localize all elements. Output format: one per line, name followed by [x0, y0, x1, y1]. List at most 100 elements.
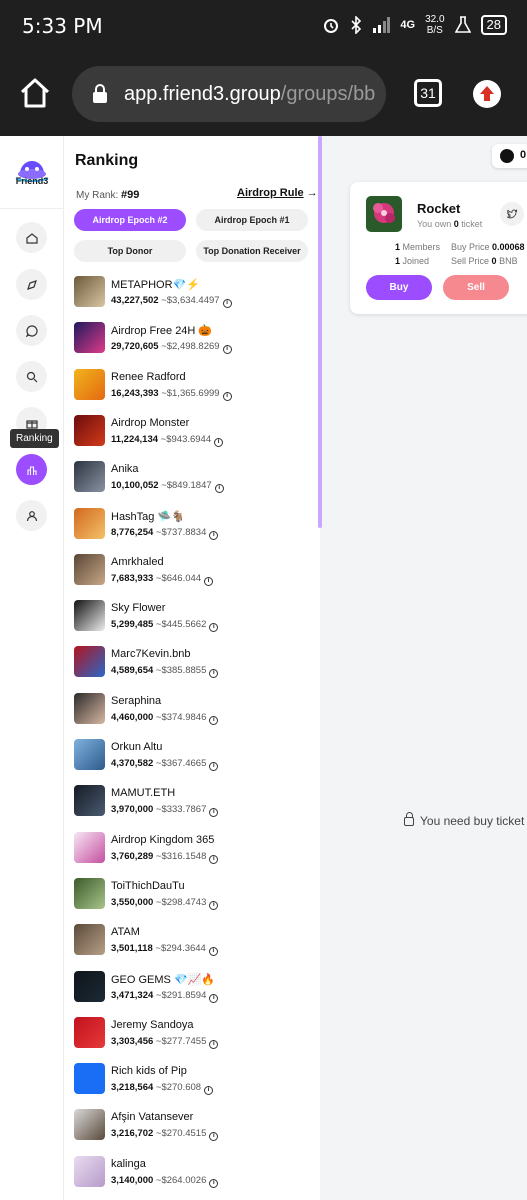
home-icon [25, 232, 38, 244]
user-avatar [74, 692, 105, 724]
ranking-row[interactable]: MAMUT.ETH 3,970,000 ~$333.7867 i [74, 781, 314, 827]
ranking-row[interactable]: GEO GEMS 💎📈🔥 3,471,324 ~$291.8594 i [74, 967, 314, 1013]
joined-stat: 1 Joined [395, 256, 429, 266]
info-icon[interactable]: i [209, 900, 219, 910]
user-name: Sky Flower [111, 602, 166, 615]
nav-profile[interactable] [16, 500, 47, 531]
user-name: Jeremy Sandoya [111, 1018, 194, 1031]
sell-price-value: 0 [491, 256, 497, 266]
nav-search[interactable] [16, 361, 47, 392]
buy-button[interactable]: Buy [366, 275, 432, 300]
user-avatar [74, 414, 105, 446]
twitter-icon [506, 209, 517, 219]
info-icon[interactable]: i [209, 623, 219, 633]
update-button[interactable] [473, 80, 501, 108]
user-points: 4,589,654 ~$385.8855 i [111, 665, 219, 679]
info-icon[interactable]: i [209, 993, 219, 1003]
nav-chat[interactable] [16, 315, 47, 346]
ranking-row[interactable]: Jeremy Sandoya 3,303,456 ~$277.7455 i [74, 1013, 314, 1059]
airdrop-rule-label: Airdrop Rule [237, 187, 304, 199]
info-icon[interactable]: i [222, 345, 232, 355]
info-icon[interactable]: i [208, 947, 218, 957]
usd-value: ~$270.608 [155, 1082, 202, 1094]
info-icon[interactable]: i [222, 391, 232, 401]
user-points: 10,100,052 ~$849.1847 i [111, 480, 224, 494]
info-icon[interactable]: i [222, 299, 232, 308]
user-avatar [74, 553, 105, 585]
ranking-row[interactable]: Orkun Altu 4,370,582 ~$367.4665 i [74, 735, 314, 781]
info-icon[interactable]: i [204, 1086, 214, 1096]
user-points: 3,140,000 ~$264.0026 i [111, 1175, 219, 1188]
ranking-title: Ranking [75, 152, 139, 169]
twitter-button[interactable] [500, 202, 524, 226]
url-host: app.friend3.group [124, 83, 281, 105]
info-icon[interactable]: i [209, 1039, 219, 1049]
user-points: 7,683,933 ~$646.044 i [111, 573, 214, 586]
members-count: 1 [395, 242, 401, 252]
ranking-row[interactable]: ATAM 3,501,118 ~$294.3644 i [74, 920, 314, 966]
signal-icon [373, 17, 391, 33]
points-value: 3,501,118 [111, 943, 153, 955]
tab-top-donor[interactable]: Top Donor [74, 240, 186, 262]
airdrop-rule-link[interactable]: Airdrop Rule → [237, 187, 318, 199]
chat-icon [25, 324, 38, 337]
info-icon[interactable]: i [209, 854, 219, 864]
user-points: 11,224,134 ~$943.6944 i [111, 434, 224, 447]
locked-message-text: You need buy ticket t [420, 814, 527, 828]
sell-button[interactable]: Sell [443, 275, 509, 300]
info-icon[interactable]: i [214, 437, 224, 447]
ranking-row[interactable]: METAPHOR💎⚡ 43,227,502 ~$3,634.4497 i [74, 272, 314, 318]
ranking-row[interactable]: Afşin Vatansever 3,216,702 ~$270.4515 i [74, 1105, 314, 1151]
info-icon[interactable]: i [209, 808, 219, 818]
user-name: ToiThichDauTu [111, 879, 185, 892]
points-value: 3,550,000 [111, 896, 154, 908]
friend3-logo[interactable] [12, 152, 52, 192]
points-value: 3,303,456 [111, 1035, 154, 1047]
nav-ranking[interactable] [16, 454, 47, 485]
home-icon[interactable] [18, 76, 52, 110]
ranking-row[interactable]: Sky Flower 5,299,485 ~$445.5662 i [74, 596, 314, 642]
nav-home[interactable] [16, 222, 47, 253]
usd-value: ~$445.5662 [155, 619, 207, 631]
ranking-row[interactable]: Seraphina 4,460,000 ~$374.9846 i [74, 689, 314, 735]
balance-chip[interactable]: 0 [492, 144, 527, 168]
tabs-button[interactable]: 31 [414, 79, 442, 107]
user-points: 5,299,485 ~$445.5662 i [111, 619, 219, 633]
info-icon[interactable]: i [204, 576, 214, 586]
nav-explore[interactable] [16, 269, 47, 300]
user-name: Airdrop Kingdom 365 [111, 833, 215, 846]
ranking-row[interactable]: kalinga 3,140,000 ~$264.0026 i [74, 1152, 314, 1198]
ranking-row[interactable]: ToiThichDauTu 3,550,000 ~$298.4743 i [74, 874, 314, 920]
ranking-row[interactable]: HashTag 🛸🐐 8,776,254 ~$737.8834 i [74, 504, 314, 550]
user-avatar [74, 461, 105, 493]
user-avatar [74, 276, 105, 307]
address-bar[interactable]: app.friend3.group/groups/bb [72, 66, 386, 122]
user-name: METAPHOR💎⚡ [111, 279, 200, 291]
user-avatar [74, 1155, 105, 1187]
info-icon[interactable]: i [209, 530, 219, 540]
my-rank-value: #99 [121, 189, 140, 201]
tab-top-donation-receiver[interactable]: Top Donation Receiver [196, 240, 308, 262]
user-points: 3,471,324 ~$291.8594 i [111, 990, 219, 1003]
net-speed-unit: B/S [426, 25, 443, 36]
info-icon[interactable]: i [214, 484, 224, 494]
ranking-row[interactable]: Renee Radford 16,243,393 ~$1,365.6999 i [74, 365, 314, 411]
ranking-row[interactable]: Anika 10,100,052 ~$849.1847 i [74, 457, 314, 503]
info-icon[interactable]: i [209, 762, 219, 771]
usd-value: ~$385.8855 [155, 665, 207, 677]
tab-airdrop-epoch-1[interactable]: Airdrop Epoch #1 [196, 209, 308, 231]
buy-price-stat: Buy Price 0.00068 [451, 242, 525, 252]
ranking-row[interactable]: Amrkhaled 7,683,933 ~$646.044 i [74, 550, 314, 596]
ranking-row[interactable]: Airdrop Free 24H 🎃 29,720,605 ~$2,498.826… [74, 318, 314, 364]
ranking-row[interactable]: Marc7Kevin.bnb 4,589,654 ~$385.8855 i [74, 642, 314, 688]
tab-airdrop-epoch-2[interactable]: Airdrop Epoch #2 [74, 209, 186, 231]
info-icon[interactable]: i [209, 1132, 219, 1142]
ranking-row[interactable]: Airdrop Monster 11,224,134 ~$943.6944 i [74, 411, 314, 457]
ranking-row[interactable]: Rich kids of Pip 3,218,564 ~$270.608 i [74, 1059, 314, 1105]
info-icon[interactable]: i [209, 669, 219, 679]
ranking-row[interactable]: Airdrop Kingdom 365 3,760,289 ~$316.1548 i [74, 828, 314, 874]
info-icon[interactable]: i [209, 1178, 219, 1188]
info-icon[interactable]: i [209, 715, 219, 725]
status-time: 5:33 PM [22, 14, 103, 38]
user-points: 3,501,118 ~$294.3644 i [111, 943, 218, 957]
